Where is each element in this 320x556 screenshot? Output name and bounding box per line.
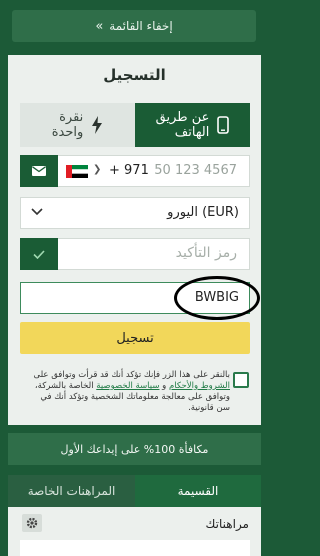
tab-phone-label-2: الهاتف	[174, 125, 210, 140]
gear-icon	[26, 517, 38, 529]
tab-bet-slip[interactable]: القسيمة	[135, 475, 261, 507]
confirmation-code-input[interactable]: رمز التأكيد	[176, 245, 237, 261]
first-deposit-bonus-banner[interactable]: مكافأة 100% على إيداعك الأول	[8, 433, 261, 465]
tab-phone-label-1: عن طريق	[155, 110, 210, 125]
tab-private-bets[interactable]: المراهنات الخاصة	[8, 475, 135, 507]
email-registration-button[interactable]	[20, 155, 58, 187]
envelope-icon	[32, 166, 46, 176]
tab-one-click-label-2: واحدة	[51, 125, 84, 140]
hide-menu-button[interactable]: إخفاء القائمة »	[12, 10, 256, 42]
tab-by-phone[interactable]: عن طريق الهاتف	[135, 103, 250, 147]
lightning-icon	[92, 116, 103, 134]
terms-link[interactable]: الشروط والأحكام	[169, 381, 230, 391]
registration-title: التسجيل	[103, 66, 166, 84]
hide-menu-label: إخفاء القائمة	[109, 19, 173, 33]
tab-one-click[interactable]: نقرة واحدة	[20, 103, 135, 147]
settings-button[interactable]	[22, 514, 42, 532]
terms-checkbox[interactable]	[233, 372, 249, 388]
your-bets-label: مراهناتك	[205, 517, 249, 531]
double-chevron-icon: »	[95, 18, 104, 34]
dial-code: + 971	[109, 163, 149, 178]
terms-text-part2: و	[159, 381, 169, 391]
terms-text: بالنقر على هذا الزر فإنك تؤكد أنك قد قرأ…	[30, 370, 230, 414]
phone-input-row: ❯ + 971 50 123 4567	[20, 155, 250, 187]
privacy-policy-link[interactable]: سياسة الخصوصية	[96, 381, 159, 391]
confirm-code-button[interactable]	[20, 238, 58, 270]
uae-flag-icon[interactable]	[66, 165, 88, 178]
registration-method-tabs: عن طريق الهاتف نقرة واحدة	[20, 103, 250, 147]
confirmation-code-row: رمز التأكيد	[20, 238, 250, 270]
checkmark-icon	[33, 249, 45, 259]
terms-text-part1: بالنقر على هذا الزر فإنك تؤكد أنك قد قرأ…	[33, 370, 230, 380]
chevron-down-icon	[31, 205, 43, 219]
currency-select[interactable]: اليورو (EUR)	[20, 197, 250, 229]
tab-one-click-label-1: نقرة	[59, 110, 84, 125]
currency-value: اليورو (EUR)	[167, 205, 239, 220]
phone-icon	[217, 116, 230, 134]
country-dropdown-chevron-icon[interactable]: ❯	[93, 164, 101, 175]
bets-content-area	[20, 540, 250, 556]
highlight-circle-annotation	[174, 276, 260, 320]
phone-input[interactable]: 50 123 4567	[154, 163, 237, 178]
bet-slip-tabs: القسيمة المراهنات الخاصة	[8, 475, 261, 507]
register-button[interactable]: تسجيل	[20, 322, 250, 354]
